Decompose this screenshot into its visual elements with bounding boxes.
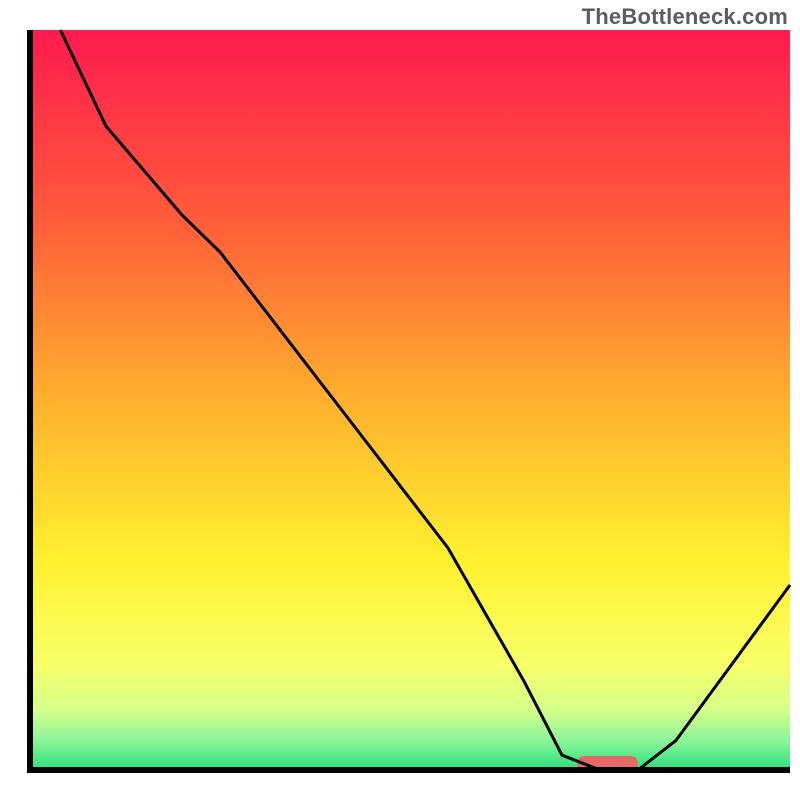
bottleneck-chart	[0, 0, 800, 800]
chart-container: TheBottleneck.com	[0, 0, 800, 800]
gradient-background	[30, 30, 790, 770]
